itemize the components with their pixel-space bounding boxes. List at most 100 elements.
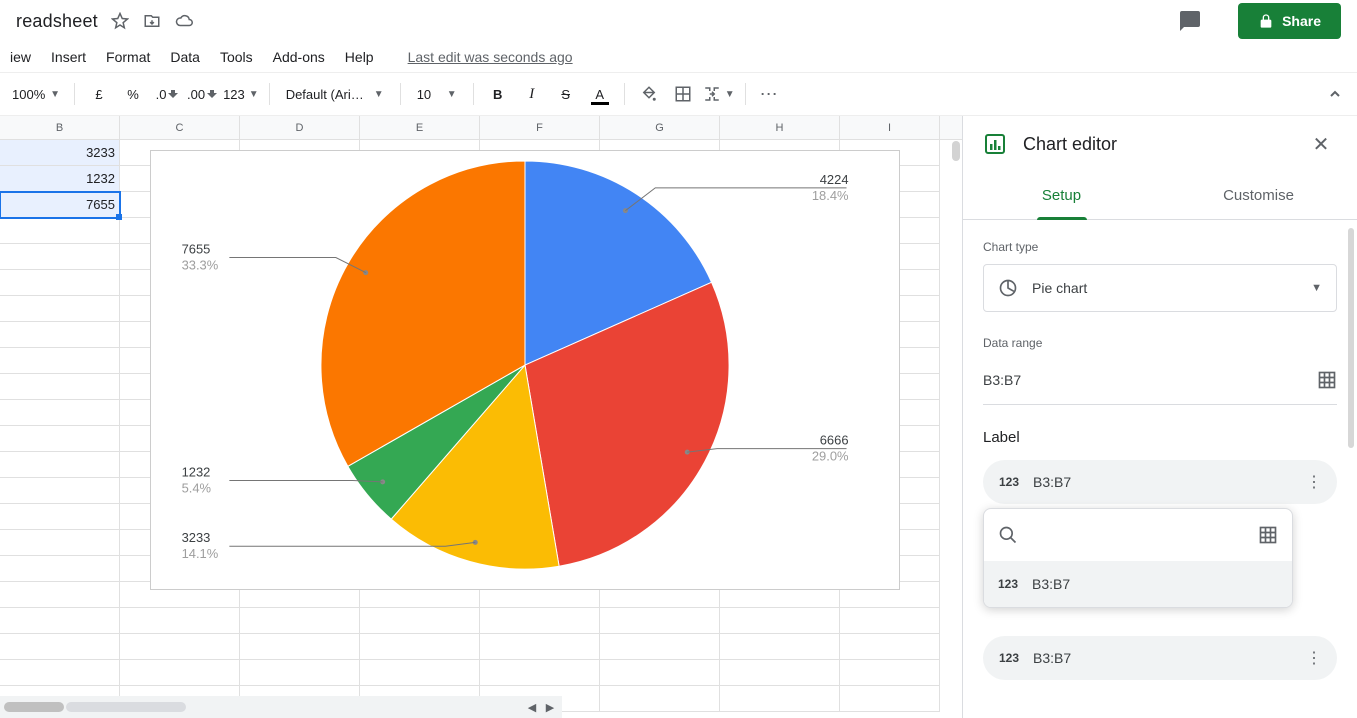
- share-button[interactable]: Share: [1238, 3, 1341, 39]
- cell[interactable]: [360, 634, 480, 660]
- cell[interactable]: 3233: [0, 140, 120, 166]
- cell[interactable]: [360, 608, 480, 634]
- text-color-button[interactable]: A: [586, 80, 614, 108]
- cell[interactable]: [0, 322, 120, 348]
- cell[interactable]: [0, 478, 120, 504]
- grid-icon[interactable]: [1258, 525, 1278, 545]
- cell[interactable]: [0, 530, 120, 556]
- chart-type-select[interactable]: Pie chart ▼: [983, 264, 1337, 312]
- cell[interactable]: [120, 660, 240, 686]
- cell[interactable]: [0, 504, 120, 530]
- cell[interactable]: 1232: [0, 166, 120, 192]
- number-format-select[interactable]: 123▼: [223, 80, 259, 108]
- menu-view[interactable]: iew: [0, 45, 41, 69]
- cell[interactable]: [0, 660, 120, 686]
- currency-button[interactable]: £: [85, 80, 113, 108]
- cell[interactable]: [480, 608, 600, 634]
- cloud-icon[interactable]: [174, 11, 194, 31]
- collapse-toolbar-button[interactable]: [1321, 80, 1349, 108]
- menu-format[interactable]: Format: [96, 45, 160, 69]
- col-header-C[interactable]: C: [120, 116, 240, 139]
- cell[interactable]: [600, 686, 720, 712]
- cell[interactable]: [240, 634, 360, 660]
- menu-data[interactable]: Data: [160, 45, 210, 69]
- cell[interactable]: [0, 582, 120, 608]
- cell[interactable]: [480, 634, 600, 660]
- cell[interactable]: [0, 452, 120, 478]
- col-header-I[interactable]: I: [840, 116, 940, 139]
- bold-button[interactable]: B: [484, 80, 512, 108]
- comments-icon[interactable]: [1170, 1, 1210, 41]
- data-range-input[interactable]: B3:B7: [983, 360, 1337, 405]
- col-header-H[interactable]: H: [720, 116, 840, 139]
- cell[interactable]: [0, 296, 120, 322]
- popup-item-0[interactable]: 123 B3:B7: [984, 561, 1292, 607]
- font-name-select[interactable]: Default (Ari…▼: [280, 80, 390, 108]
- percent-button[interactable]: %: [119, 80, 147, 108]
- col-header-E[interactable]: E: [360, 116, 480, 139]
- cell[interactable]: [600, 634, 720, 660]
- last-edit-link[interactable]: Last edit was seconds ago: [408, 49, 573, 65]
- close-icon[interactable]: ✕: [1305, 128, 1337, 160]
- menu-help[interactable]: Help: [335, 45, 384, 69]
- cell[interactable]: 7655: [0, 192, 120, 218]
- scroll-thumb[interactable]: [4, 702, 64, 712]
- cell[interactable]: [0, 244, 120, 270]
- cell[interactable]: [720, 634, 840, 660]
- cell[interactable]: [120, 608, 240, 634]
- cell[interactable]: [480, 660, 600, 686]
- scroll-left-icon[interactable]: ◀: [524, 699, 540, 715]
- label-search-input[interactable]: [1030, 526, 1246, 544]
- cell[interactable]: [600, 608, 720, 634]
- cell[interactable]: [840, 634, 940, 660]
- col-header-G[interactable]: G: [600, 116, 720, 139]
- fill-color-button[interactable]: [635, 80, 663, 108]
- col-header-B[interactable]: B: [0, 116, 120, 139]
- cell[interactable]: [0, 556, 120, 582]
- grid-vertical-scrollbar[interactable]: [952, 141, 960, 161]
- cell[interactable]: [0, 400, 120, 426]
- strike-button[interactable]: S: [552, 80, 580, 108]
- cell[interactable]: [0, 348, 120, 374]
- italic-button[interactable]: I: [518, 80, 546, 108]
- cell[interactable]: [0, 218, 120, 244]
- borders-button[interactable]: [669, 80, 697, 108]
- cell[interactable]: [0, 634, 120, 660]
- label-chip-1[interactable]: 123 B3:B7 ⋮: [983, 636, 1337, 680]
- font-size-select[interactable]: 10▼: [411, 80, 463, 108]
- kebab-icon[interactable]: ⋮: [1306, 648, 1321, 668]
- cell[interactable]: [0, 608, 120, 634]
- cell[interactable]: [240, 608, 360, 634]
- more-button[interactable]: ⋯: [756, 80, 784, 108]
- menu-insert[interactable]: Insert: [41, 45, 96, 69]
- col-header-D[interactable]: D: [240, 116, 360, 139]
- cell[interactable]: [240, 660, 360, 686]
- label-chip-0[interactable]: 123 B3:B7 ⋮: [983, 460, 1337, 504]
- zoom-select[interactable]: 100%▼: [8, 80, 64, 108]
- increase-decimal-button[interactable]: .00: [187, 80, 217, 108]
- menu-addons[interactable]: Add-ons: [263, 45, 335, 69]
- cell[interactable]: [840, 608, 940, 634]
- tab-setup[interactable]: Setup: [963, 172, 1160, 219]
- doc-title[interactable]: readsheet: [16, 11, 98, 32]
- embedded-chart[interactable]: 422418.4%666629.0%323314.1%12325.4%76553…: [150, 150, 900, 590]
- col-header-F[interactable]: F: [480, 116, 600, 139]
- cell[interactable]: [120, 634, 240, 660]
- move-icon[interactable]: [142, 11, 162, 31]
- panel-scrollbar[interactable]: [1348, 228, 1354, 448]
- grid-icon[interactable]: [1317, 370, 1337, 390]
- star-icon[interactable]: [110, 11, 130, 31]
- tab-customise[interactable]: Customise: [1160, 172, 1357, 219]
- cell[interactable]: [720, 608, 840, 634]
- cell[interactable]: [840, 686, 940, 712]
- kebab-icon[interactable]: ⋮: [1306, 472, 1321, 492]
- grid-horizontal-scrollbar[interactable]: ◀ ▶: [0, 696, 562, 718]
- cell[interactable]: [0, 426, 120, 452]
- scroll-right-icon[interactable]: ▶: [542, 699, 558, 715]
- cell[interactable]: [0, 374, 120, 400]
- menu-tools[interactable]: Tools: [210, 45, 263, 69]
- cell[interactable]: [840, 660, 940, 686]
- cell[interactable]: [360, 660, 480, 686]
- cell[interactable]: [720, 660, 840, 686]
- decrease-decimal-button[interactable]: .0: [153, 80, 181, 108]
